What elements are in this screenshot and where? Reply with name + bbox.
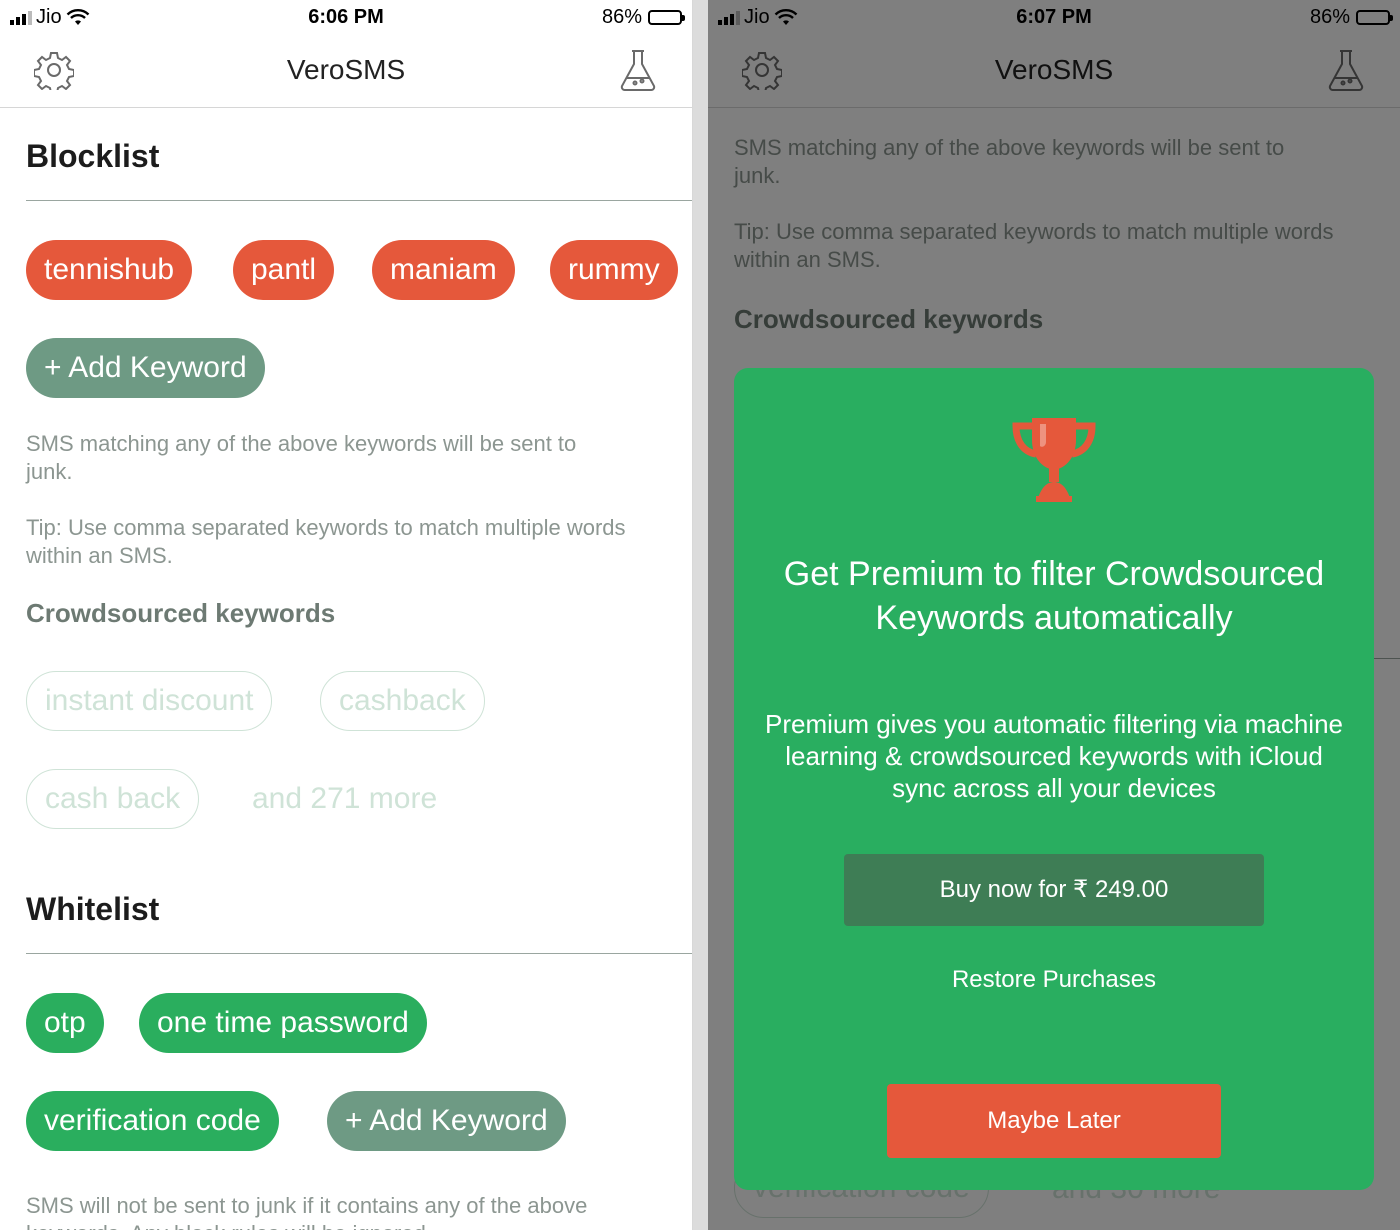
status-time: 6:06 PM xyxy=(308,6,384,28)
battery-percent: 86% xyxy=(601,6,642,28)
dialog-description: Premium gives you automatic filtering vi… xyxy=(764,709,1344,803)
battery-status: 86% xyxy=(601,6,685,29)
divider xyxy=(26,200,692,201)
whitelist-heading: Whitelist xyxy=(26,891,160,927)
whitelist-description: SMS will not be sent to junk if it conta… xyxy=(26,1193,588,1230)
screen-blocklist: Jio 6:06 PM 86% VeroSMS Blocklist tennis… xyxy=(0,0,693,1230)
crowd-chip[interactable]: cashback xyxy=(320,671,485,731)
add-keyword-button[interactable]: + Add Keyword xyxy=(327,1091,566,1151)
crowd-chip[interactable]: instant discount xyxy=(26,671,273,731)
buy-now-button[interactable]: Buy now for ₹ 249.00 xyxy=(844,854,1264,926)
crowd-chip[interactable]: cash back xyxy=(26,769,200,829)
crowd-more-link[interactable]: and 271 more xyxy=(252,782,437,816)
screen-premium-modal: Jio 6:07 PM 86% VeroSMS SMS matching any… xyxy=(708,0,1400,1230)
dialog-title: Get Premium to filter Crowdsourced Keywo… xyxy=(783,555,1325,637)
blocklist-chip[interactable]: pantl xyxy=(233,240,335,300)
blocklist-chip[interactable]: rummy xyxy=(550,240,678,300)
trophy-icon xyxy=(1012,418,1096,502)
blocklist-heading: Blocklist xyxy=(26,138,160,174)
blocklist-tip: Tip: Use comma separated keywords to mat… xyxy=(26,515,626,568)
nav-bar: VeroSMS xyxy=(0,34,692,108)
battery-icon xyxy=(648,10,685,25)
scroll-content[interactable]: Blocklist tennishub pantl maniam rummy +… xyxy=(0,108,692,1230)
flask-icon[interactable] xyxy=(618,48,658,92)
whitelist-chip[interactable]: otp xyxy=(26,993,104,1053)
divider xyxy=(26,953,692,954)
status-bar: Jio 6:06 PM 86% xyxy=(0,0,692,34)
maybe-later-button[interactable]: Maybe Later xyxy=(887,1084,1221,1158)
blocklist-chip[interactable]: maniam xyxy=(372,240,515,300)
whitelist-chip[interactable]: verification code xyxy=(26,1091,279,1151)
add-keyword-button[interactable]: + Add Keyword xyxy=(26,338,265,398)
premium-dialog: Get Premium to filter Crowdsourced Keywo… xyxy=(734,368,1374,1190)
blocklist-chip[interactable]: tennishub xyxy=(26,240,193,300)
blocklist-description: SMS matching any of the above keywords w… xyxy=(26,431,577,484)
app-title: VeroSMS xyxy=(286,54,406,85)
restore-purchases-button[interactable]: Restore Purchases xyxy=(734,966,1374,994)
crowdsourced-heading: Crowdsourced keywords xyxy=(26,598,336,628)
whitelist-chip[interactable]: one time password xyxy=(139,993,427,1053)
